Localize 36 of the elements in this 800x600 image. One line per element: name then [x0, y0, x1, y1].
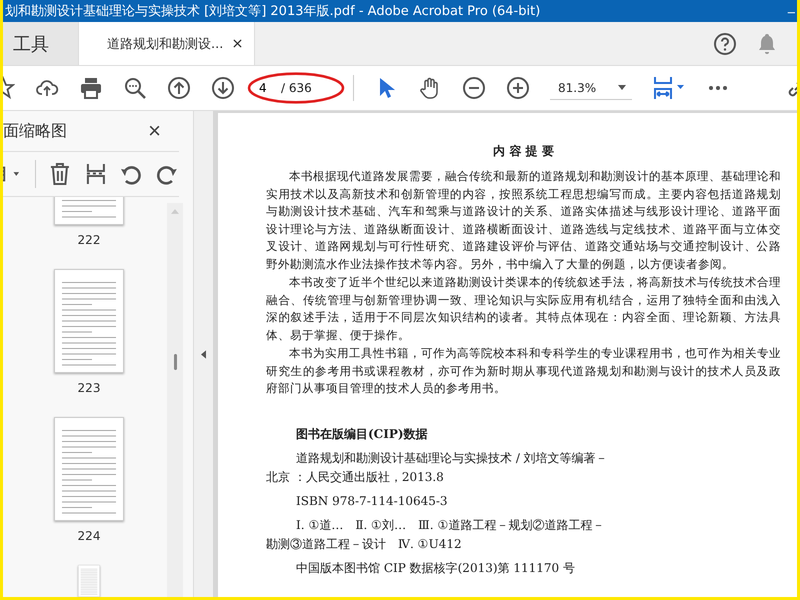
page-total: / 636: [281, 81, 312, 95]
panel-title: 面缩略图: [3, 120, 67, 142]
arrow-up-icon[interactable]: [167, 76, 191, 100]
zoom-dropdown[interactable]: 81.3%: [550, 76, 632, 100]
collapse-icon[interactable]: [201, 350, 206, 358]
zoom-out-icon[interactable]: [462, 76, 486, 100]
help-icon[interactable]: [713, 32, 737, 56]
page-number-field[interactable]: 4: [255, 81, 271, 95]
tab[interactable]: 道路规划和勘测设...: [79, 22, 256, 65]
scrollbar-thumb[interactable]: [174, 354, 176, 370]
paragraph: 本书改变了近半个世纪以来道路勘测设计类课本的传统叙述手法，将高新技术与传统技术合理融合、传统管理与创新管理协调一致、理论知识与实际应用有机结合，运用了独特全面和由浅入深的叙述手法，适用于不同层次知识结构的读者。其特点体现在：内容全面、理论新颖、方法具体、易于掌握、便于操作。: [266, 274, 781, 344]
page-heading: 内 容 提 要: [492, 143, 555, 160]
cip-heading: 图书在版编目(CIP)数据: [296, 426, 429, 442]
paragraph: 本书根据现代道路发展需要，融合传统和最新的道路规划和勘测设计的基本原理、基础理论和实用技术以及高新技术和创新管理的内容，按照系统工程思想编写而成。主要内容包括道路规划与勘测设计技术基础、汽车和驾乘与道路设计的关系、道路实体描述与线形设计理论、道路平面设计理论与方法、道路纵断面设计、道路横断面设计、道路选线与定线技术、道路平面与立体交叉设计、道路网规划与可行性研究、道路建设评价与评估、道路交通站场与交通控制设计、公路野外勘测流水作业法操作技术等内容。另外，书中编入了大量的例题，以方便读者参阅。: [266, 168, 781, 272]
paragraph: 本书为实用工具性书籍，可作为高等院校本科和专科学生的专业课程用书，也可作为相关专业研究生的参考用书或课程教材，亦可作为新时期从事现代道路规划和勘测与设计的技术人员及政府部门从事项目管理的技术人员的参考用书。: [266, 345, 781, 397]
cip-entry: ISBN 978-7-114-10645-3: [295, 492, 449, 510]
window-title: 划和勘测设计基础理论与实操技术 [刘培文等] 2013年版.pdf - Adobe Acrobat Pro (64-bit): [4, 3, 542, 20]
minimize-button[interactable]: –: [786, 4, 797, 18]
scrollbar[interactable]: [167, 203, 183, 597]
page-number: 222: [78, 233, 100, 247]
page-number: 223: [78, 381, 100, 395]
cip-entry: 中国版本图书馆 CIP 数据核字(2013)第 111170 号: [295, 560, 576, 576]
print-icon[interactable]: [79, 76, 103, 100]
caret-icon: [618, 85, 626, 90]
cip-entry: Ⅰ. ①道… Ⅱ. ①刘… Ⅲ. ①道路工程－规划②道路工程－勘测③道路工程－设计 Ⅳ. ①U412: [266, 516, 606, 552]
fit-page-icon[interactable]: [652, 75, 686, 101]
close-button[interactable]: ×: [148, 120, 161, 142]
page-number: 224: [78, 529, 100, 543]
page-thumbnail[interactable]: [54, 417, 124, 521]
tab[interactable]: 工具: [3, 22, 79, 65]
page-thumbnail[interactable]: [54, 269, 124, 373]
zoom-in-icon[interactable]: [506, 76, 530, 100]
arrow-down-icon[interactable]: [211, 76, 235, 100]
cip-entry: 道路规划和勘测设计基础理论与实操技术 / 刘培文等编著－北京 ：人民交通出版社，2013.8: [266, 450, 609, 486]
search-icon[interactable]: [123, 76, 147, 100]
close-icon[interactable]: [233, 39, 242, 48]
